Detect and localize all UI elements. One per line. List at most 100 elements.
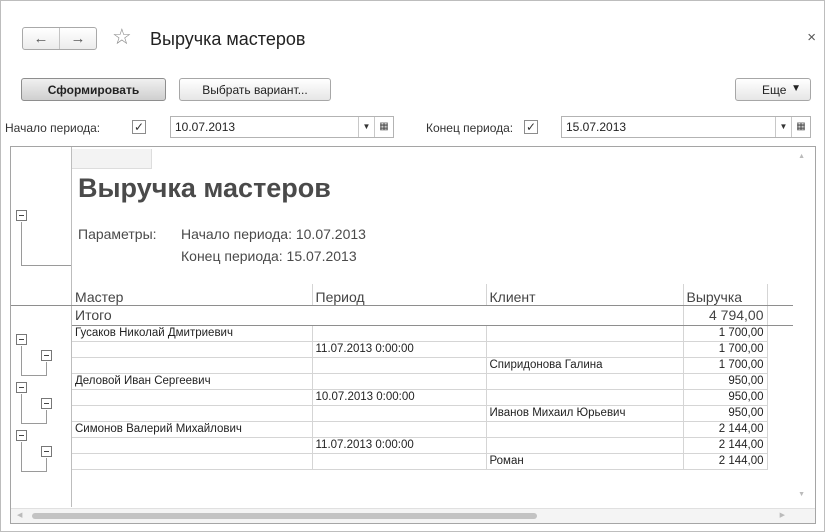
cell-client [485, 389, 683, 406]
table-row[interactable]: Иванов Михаил Юрьевич 950,00 [72, 405, 793, 422]
cell-revenue: 2 144,00 [682, 437, 767, 454]
total-row: Итого 4 794,00 [72, 305, 793, 326]
total-label: Итого [72, 305, 312, 326]
cell-client: Иванов Михаил Юрьевич [485, 405, 683, 422]
close-icon[interactable]: × [807, 29, 816, 47]
dropdown-arrow-icon[interactable]: ▼ [775, 117, 791, 137]
cell-client [485, 437, 683, 454]
period-start-field[interactable]: 10.07.2013 ▼ ▦ [170, 116, 394, 138]
cell-master [72, 437, 312, 454]
window-title: Выручка мастеров [150, 29, 306, 49]
table-row[interactable]: Симонов Валерий Михайлович 2 144,00 [72, 421, 793, 438]
cell-revenue: 950,00 [682, 389, 767, 406]
scroll-up-icon[interactable]: ▲ [798, 153, 805, 160]
navigation-buttons: ← → [22, 27, 97, 50]
column-header-period: Период [311, 284, 486, 306]
group-bracket-line [21, 394, 22, 424]
cell-master: Гусаков Николай Дмитриевич [72, 325, 312, 342]
table-row[interactable]: Деловой Иван Сергеевич 950,00 [72, 373, 793, 390]
empty-cell [766, 421, 793, 437]
report-table: Мастер Период Клиент Выручка Итого 4 794… [72, 284, 793, 470]
group-bracket-line [46, 410, 47, 424]
cell-master: Деловой Иван Сергеевич [72, 373, 312, 390]
table-row[interactable]: 11.07.2013 0:00:00 1 700,00 [72, 341, 793, 358]
period-end-field[interactable]: 15.07.2013 ▼ ▦ [561, 116, 811, 138]
cell-master [72, 405, 312, 422]
cell-revenue: 2 144,00 [682, 453, 767, 470]
cell-revenue: 2 144,00 [682, 421, 767, 438]
collapse-group-icon[interactable] [16, 382, 27, 393]
cell-revenue: 950,00 [682, 405, 767, 422]
period-end-checkbox[interactable]: ✓ [524, 120, 538, 134]
generate-button[interactable]: Сформировать [21, 78, 166, 101]
group-bracket-line [46, 458, 47, 472]
horizontal-scrollbar[interactable]: ◀ ▶ [11, 508, 815, 523]
collapse-group-icon[interactable] [41, 446, 52, 457]
cell-client [485, 373, 683, 390]
empty-cell [766, 437, 793, 453]
cell-period: 10.07.2013 0:00:00 [311, 389, 486, 406]
report-header-cell [72, 149, 152, 169]
cell-master [72, 389, 312, 406]
table-header-row: Мастер Период Клиент Выручка [72, 284, 793, 306]
calendar-icon[interactable]: ▦ [374, 117, 393, 137]
group-bracket-line [33, 471, 46, 472]
cell-period [311, 453, 486, 470]
collapse-group-icon[interactable] [41, 350, 52, 361]
scroll-left-icon[interactable]: ◀ [17, 511, 22, 519]
table-row[interactable]: Спиридонова Галина 1 700,00 [72, 357, 793, 374]
forward-arrow-icon[interactable]: → [59, 28, 96, 49]
empty-cell [766, 357, 793, 373]
period-start-value: 10.07.2013 [175, 120, 236, 134]
cell-revenue: 1 700,00 [682, 325, 767, 342]
empty-cell [766, 405, 793, 421]
table-row[interactable]: 10.07.2013 0:00:00 950,00 [72, 389, 793, 406]
group-bracket-line [46, 362, 47, 376]
total-value: 4 794,00 [682, 305, 767, 326]
table-row[interactable]: Гусаков Николай Дмитриевич 1 700,00 [72, 325, 793, 342]
dropdown-arrow-icon[interactable]: ▼ [358, 117, 374, 137]
empty-cell [766, 453, 793, 469]
parameters-label: Параметры: [78, 226, 157, 242]
group-bracket-line [33, 423, 46, 424]
table-row[interactable]: 11.07.2013 0:00:00 2 144,00 [72, 437, 793, 454]
empty-cell [766, 373, 793, 389]
calendar-icon[interactable]: ▦ [791, 117, 810, 137]
cell-master: Симонов Валерий Михайлович [72, 421, 312, 438]
empty-cell [766, 341, 793, 357]
cell-period: 11.07.2013 0:00:00 [311, 437, 486, 454]
group-bracket-line [33, 375, 46, 376]
cell-period [311, 357, 486, 374]
scroll-right-icon[interactable]: ▶ [780, 511, 785, 519]
cell-period [311, 373, 486, 390]
period-end-label: Конец периода: [426, 121, 514, 135]
scrollbar-thumb[interactable] [32, 513, 537, 519]
cell-client: Спиридонова Галина [485, 357, 683, 374]
scroll-down-icon[interactable]: ▼ [798, 491, 805, 498]
collapse-group-icon[interactable] [16, 430, 27, 441]
empty-cell [766, 325, 793, 341]
cell-period [311, 421, 486, 438]
collapse-group-icon[interactable] [41, 398, 52, 409]
group-bracket-line [21, 222, 22, 266]
more-button[interactable]: Еще ▼ [735, 78, 811, 101]
collapse-group-icon[interactable] [16, 334, 27, 345]
more-button-label: Еще [762, 82, 787, 97]
report-spreadsheet[interactable]: Выручка мастеров Параметры: Начало перио… [10, 146, 816, 524]
cell-client [485, 341, 683, 358]
group-bracket-line [21, 346, 22, 376]
table-row[interactable]: Роман 2 144,00 [72, 453, 793, 470]
cell-period: 11.07.2013 0:00:00 [311, 341, 486, 358]
collapse-group-icon[interactable] [16, 210, 27, 221]
cell-period [311, 325, 486, 342]
cell-client [485, 421, 683, 438]
back-arrow-icon[interactable]: ← [23, 28, 59, 49]
cell-client: Роман [485, 453, 683, 470]
choose-variant-button[interactable]: Выбрать вариант... [179, 78, 331, 101]
period-start-label: Начало периода: [5, 121, 101, 135]
group-bracket-line [21, 375, 33, 376]
period-start-checkbox[interactable]: ✓ [132, 120, 146, 134]
group-bracket-line [21, 471, 33, 472]
favorite-star-icon[interactable]: ☆ [112, 24, 132, 50]
empty-cell [766, 284, 793, 306]
